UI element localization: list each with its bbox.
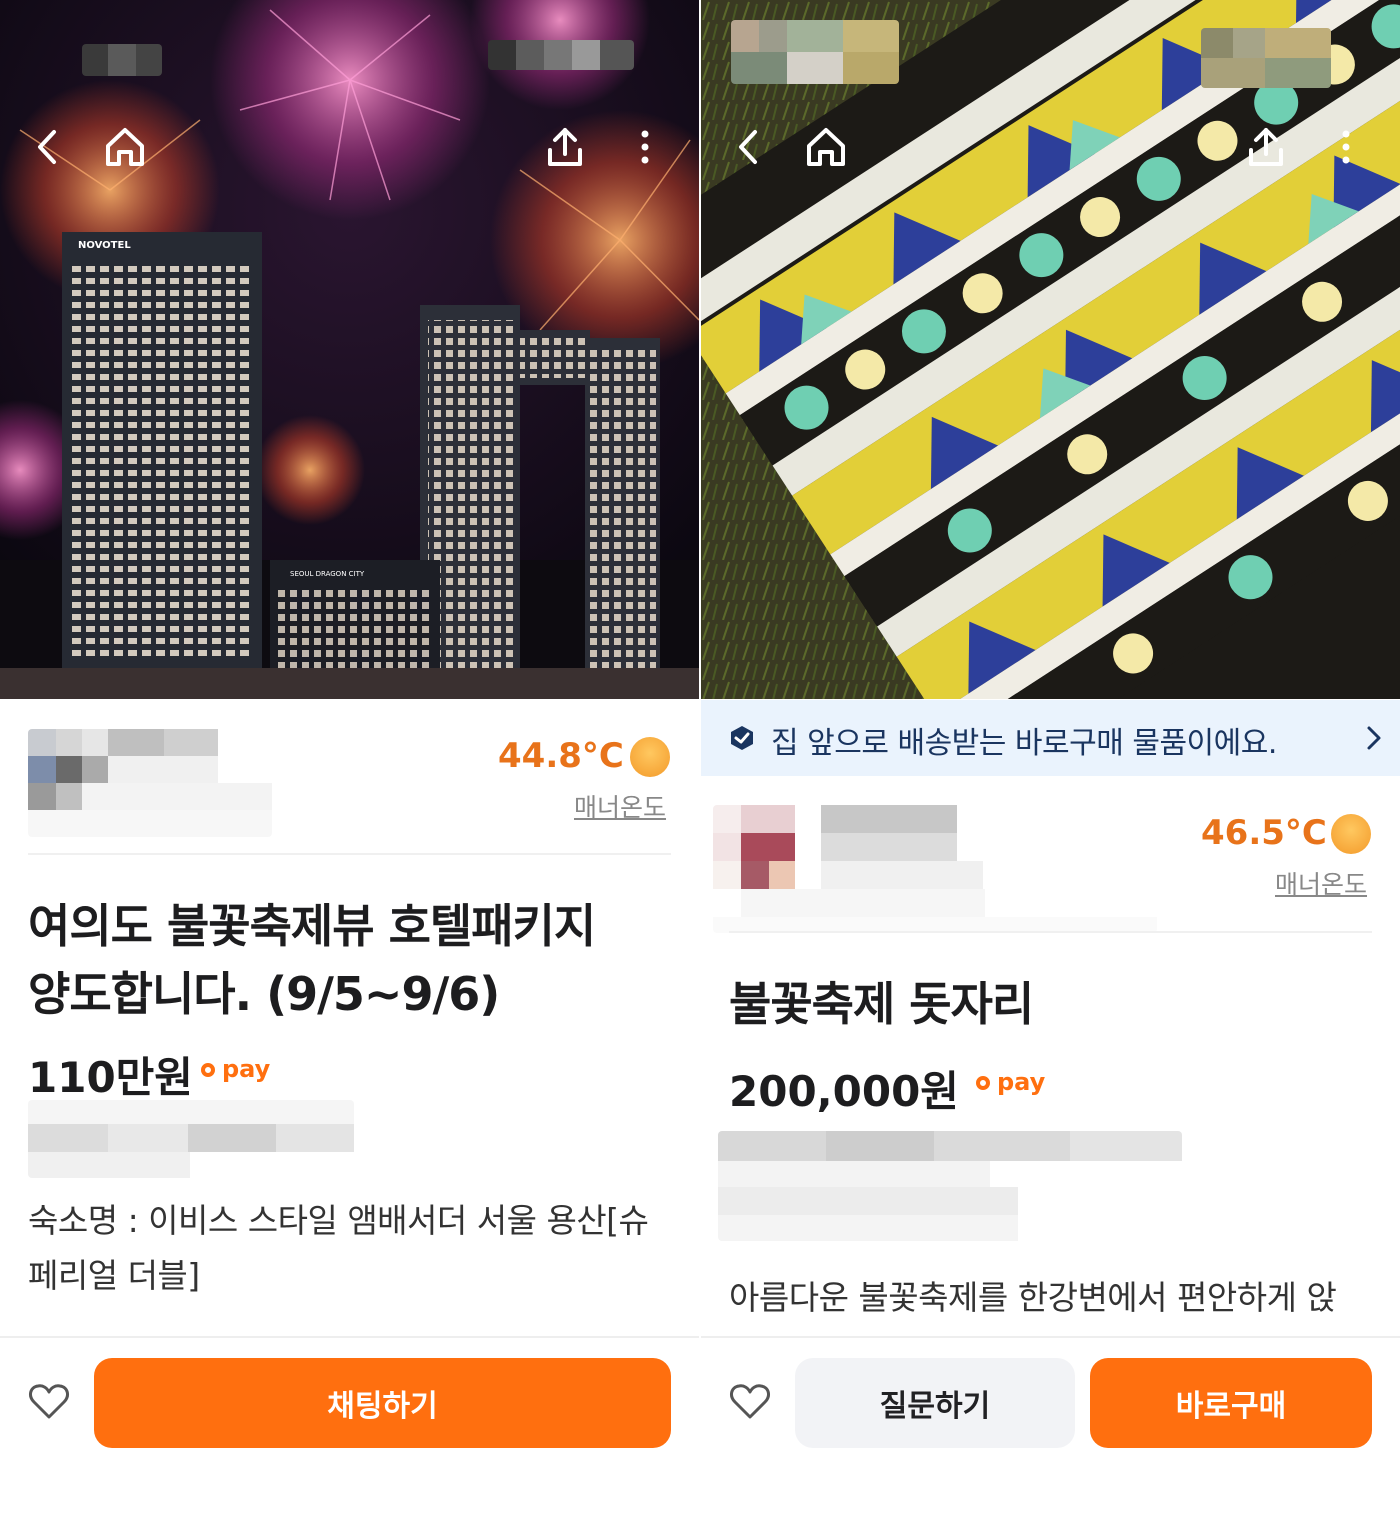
pay-carrot-icon (976, 1076, 990, 1090)
delivery-box-icon (731, 726, 753, 750)
listing-title: 불꽃축제 돗자리 (729, 977, 1034, 1031)
temperature-face-icon (630, 737, 670, 777)
picnic-mat-image (701, 0, 1400, 699)
status-bar-icons-redacted (1201, 28, 1331, 88)
chat-button[interactable]: 채팅하기 (94, 1358, 671, 1448)
hotel-sign-center: SEOUL DRAGON CITY (290, 570, 365, 578)
listing-meta-redacted (718, 1131, 1182, 1241)
heart-icon[interactable] (26, 1378, 72, 1424)
bottom-action-bar: 질문하기 바로구매 (701, 1336, 1400, 1521)
direct-buy-banner[interactable]: 집 앞으로 배송받는 바로구매 물품이에요. (701, 700, 1400, 776)
listing-description: 아름다운 불꽃축제를 한강변에서 편안하게 앉 (729, 1278, 1337, 1317)
listing-description-line-2: 페리얼 더블] (28, 1256, 200, 1295)
more-icon[interactable] (1319, 120, 1373, 174)
listing-photo-mat[interactable] (701, 0, 1400, 699)
listing-title-line-2: 양도합니다. (9/5~9/6) (28, 967, 500, 1021)
seller-profile-redacted[interactable] (28, 729, 272, 837)
pay-label: pay (222, 1055, 271, 1083)
divider (28, 853, 671, 855)
direct-buy-banner-text: 집 앞으로 배송받는 바로구매 물품이에요. (771, 726, 1277, 761)
listing-description: 숙소명 : 이비스 스타일 앰배서더 서울 용산[슈 페리얼 더블] (28, 1193, 688, 1303)
manner-temperature-value: 44.8°C (498, 736, 624, 776)
back-icon[interactable] (20, 120, 74, 174)
listing-title: 여의도 불꽃축제뷰 호텔패키지 양도합니다. (9/5~9/6) (28, 892, 688, 1028)
chevron-right-icon (1367, 726, 1381, 750)
home-icon[interactable] (98, 120, 152, 174)
more-icon[interactable] (618, 120, 672, 174)
bottom-action-bar: 채팅하기 (0, 1336, 699, 1521)
back-icon[interactable] (721, 120, 775, 174)
temperature-face-icon (1331, 814, 1371, 854)
home-icon[interactable] (799, 120, 853, 174)
manner-temperature-value: 46.5°C (1201, 813, 1327, 853)
listing-meta-redacted (28, 1100, 354, 1178)
status-bar-time-redacted (82, 44, 162, 76)
status-bar-time-redacted (731, 20, 899, 84)
listing-price: 200,000원 (729, 1067, 959, 1116)
hotel-fireworks-image: NOVOTEL SEOUL DRAGON CITY (0, 0, 699, 699)
buy-now-button[interactable]: 바로구매 (1090, 1358, 1372, 1448)
share-icon[interactable] (538, 120, 592, 174)
listing-description-line-1: 숙소명 : 이비스 스타일 앰배서더 서울 용산[슈 (28, 1201, 649, 1240)
pay-label: pay (997, 1068, 1046, 1096)
share-icon[interactable] (1239, 120, 1293, 174)
ask-question-button[interactable]: 질문하기 (795, 1358, 1075, 1448)
manner-temperature-label[interactable]: 매너온도 (1275, 865, 1367, 901)
pay-carrot-icon (201, 1063, 215, 1077)
heart-icon[interactable] (727, 1378, 773, 1424)
seller-profile-redacted[interactable] (713, 805, 1157, 933)
manner-temperature-label[interactable]: 매너온도 (574, 788, 666, 824)
hotel-sign-novotel: NOVOTEL (78, 240, 131, 251)
left-listing-screen: NOVOTEL SEOUL DRAGON CITY 44.8°C 매너온도 여의… (0, 0, 699, 1521)
right-listing-screen: 집 앞으로 배송받는 바로구매 물품이에요. 46.5°C 매너온도 불꽃축제 … (701, 0, 1400, 1521)
listing-photo-hotel[interactable]: NOVOTEL SEOUL DRAGON CITY (0, 0, 699, 699)
status-bar-icons-redacted (488, 40, 634, 70)
divider (729, 931, 1372, 933)
listing-title-line-1: 여의도 불꽃축제뷰 호텔패키지 (28, 899, 596, 953)
listing-price: 110만원 (28, 1053, 193, 1102)
